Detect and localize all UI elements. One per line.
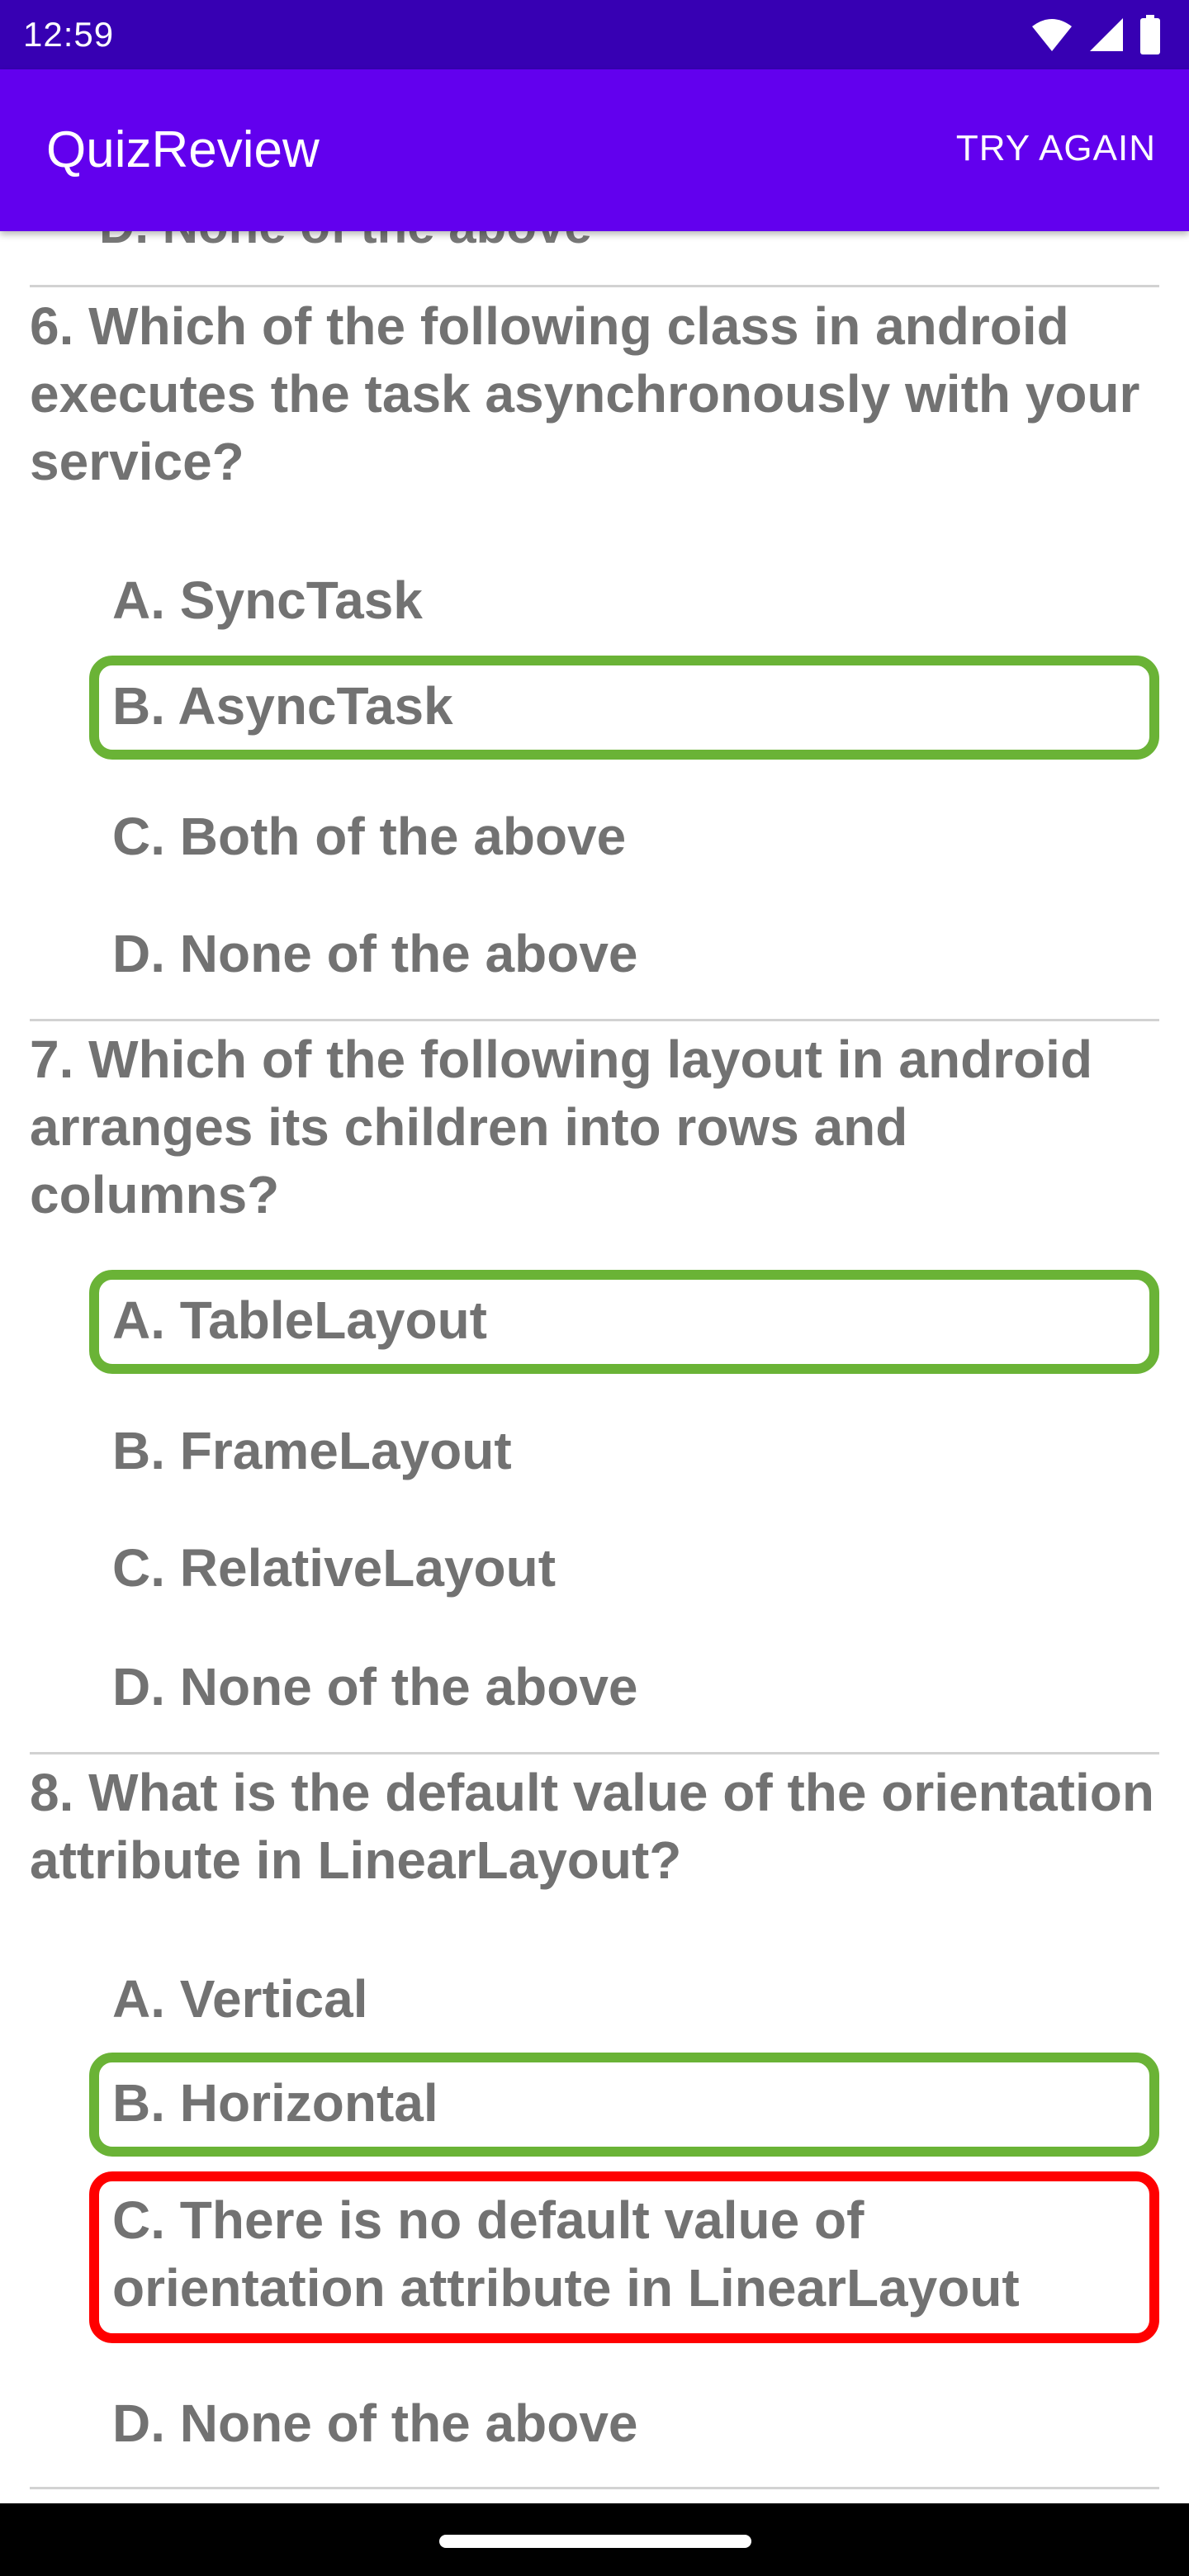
status-time: 12:59 [23, 15, 115, 54]
option-7d: D. None of the above [112, 1657, 638, 1717]
option-6d: D. None of the above [112, 924, 638, 983]
option-7c: C. RelativeLayout [112, 1538, 557, 1598]
home-gesture-handle[interactable] [439, 2535, 751, 2548]
question-6: 6. Which of the following class in andro… [30, 296, 1140, 491]
signal-icon [1088, 17, 1125, 53]
option-6b-correct: B. AsyncTask [89, 656, 1159, 760]
navigation-bar [0, 2503, 1189, 2576]
divider [30, 1752, 1159, 1754]
question-7: 7. Which of the following layout in andr… [30, 1030, 1093, 1224]
option-6c: C. Both of the above [112, 807, 627, 866]
option-8a: A. Vertical [112, 1969, 368, 2029]
divider [30, 2487, 1159, 2489]
quiz-review-list[interactable]: D. None of the above 6. Which of the fol… [0, 231, 1189, 2503]
app-bar: QuizReview TRY AGAIN [0, 69, 1189, 231]
option-7b: B. FrameLayout [112, 1421, 512, 1480]
battery-icon [1139, 15, 1161, 54]
app-title: QuizReview [46, 121, 320, 178]
option-8d: D. None of the above [112, 2394, 638, 2453]
status-icons [1030, 15, 1161, 54]
divider [30, 1019, 1159, 1021]
wifi-icon [1030, 17, 1073, 53]
try-again-button[interactable]: TRY AGAIN [956, 122, 1156, 175]
status-bar: 12:59 [0, 0, 1189, 69]
option-7a-correct: A. TableLayout [89, 1270, 1159, 1374]
divider [30, 285, 1159, 287]
question-8: 8. What is the default value of the orie… [30, 1763, 1154, 1890]
previous-option-partial: D. None of the above [99, 231, 592, 256]
option-6a: A. SyncTask [112, 571, 423, 630]
option-8c-wrong: C. There is no default value of orientat… [89, 2171, 1159, 2343]
option-8b-correct: B. Horizontal [89, 2053, 1159, 2157]
